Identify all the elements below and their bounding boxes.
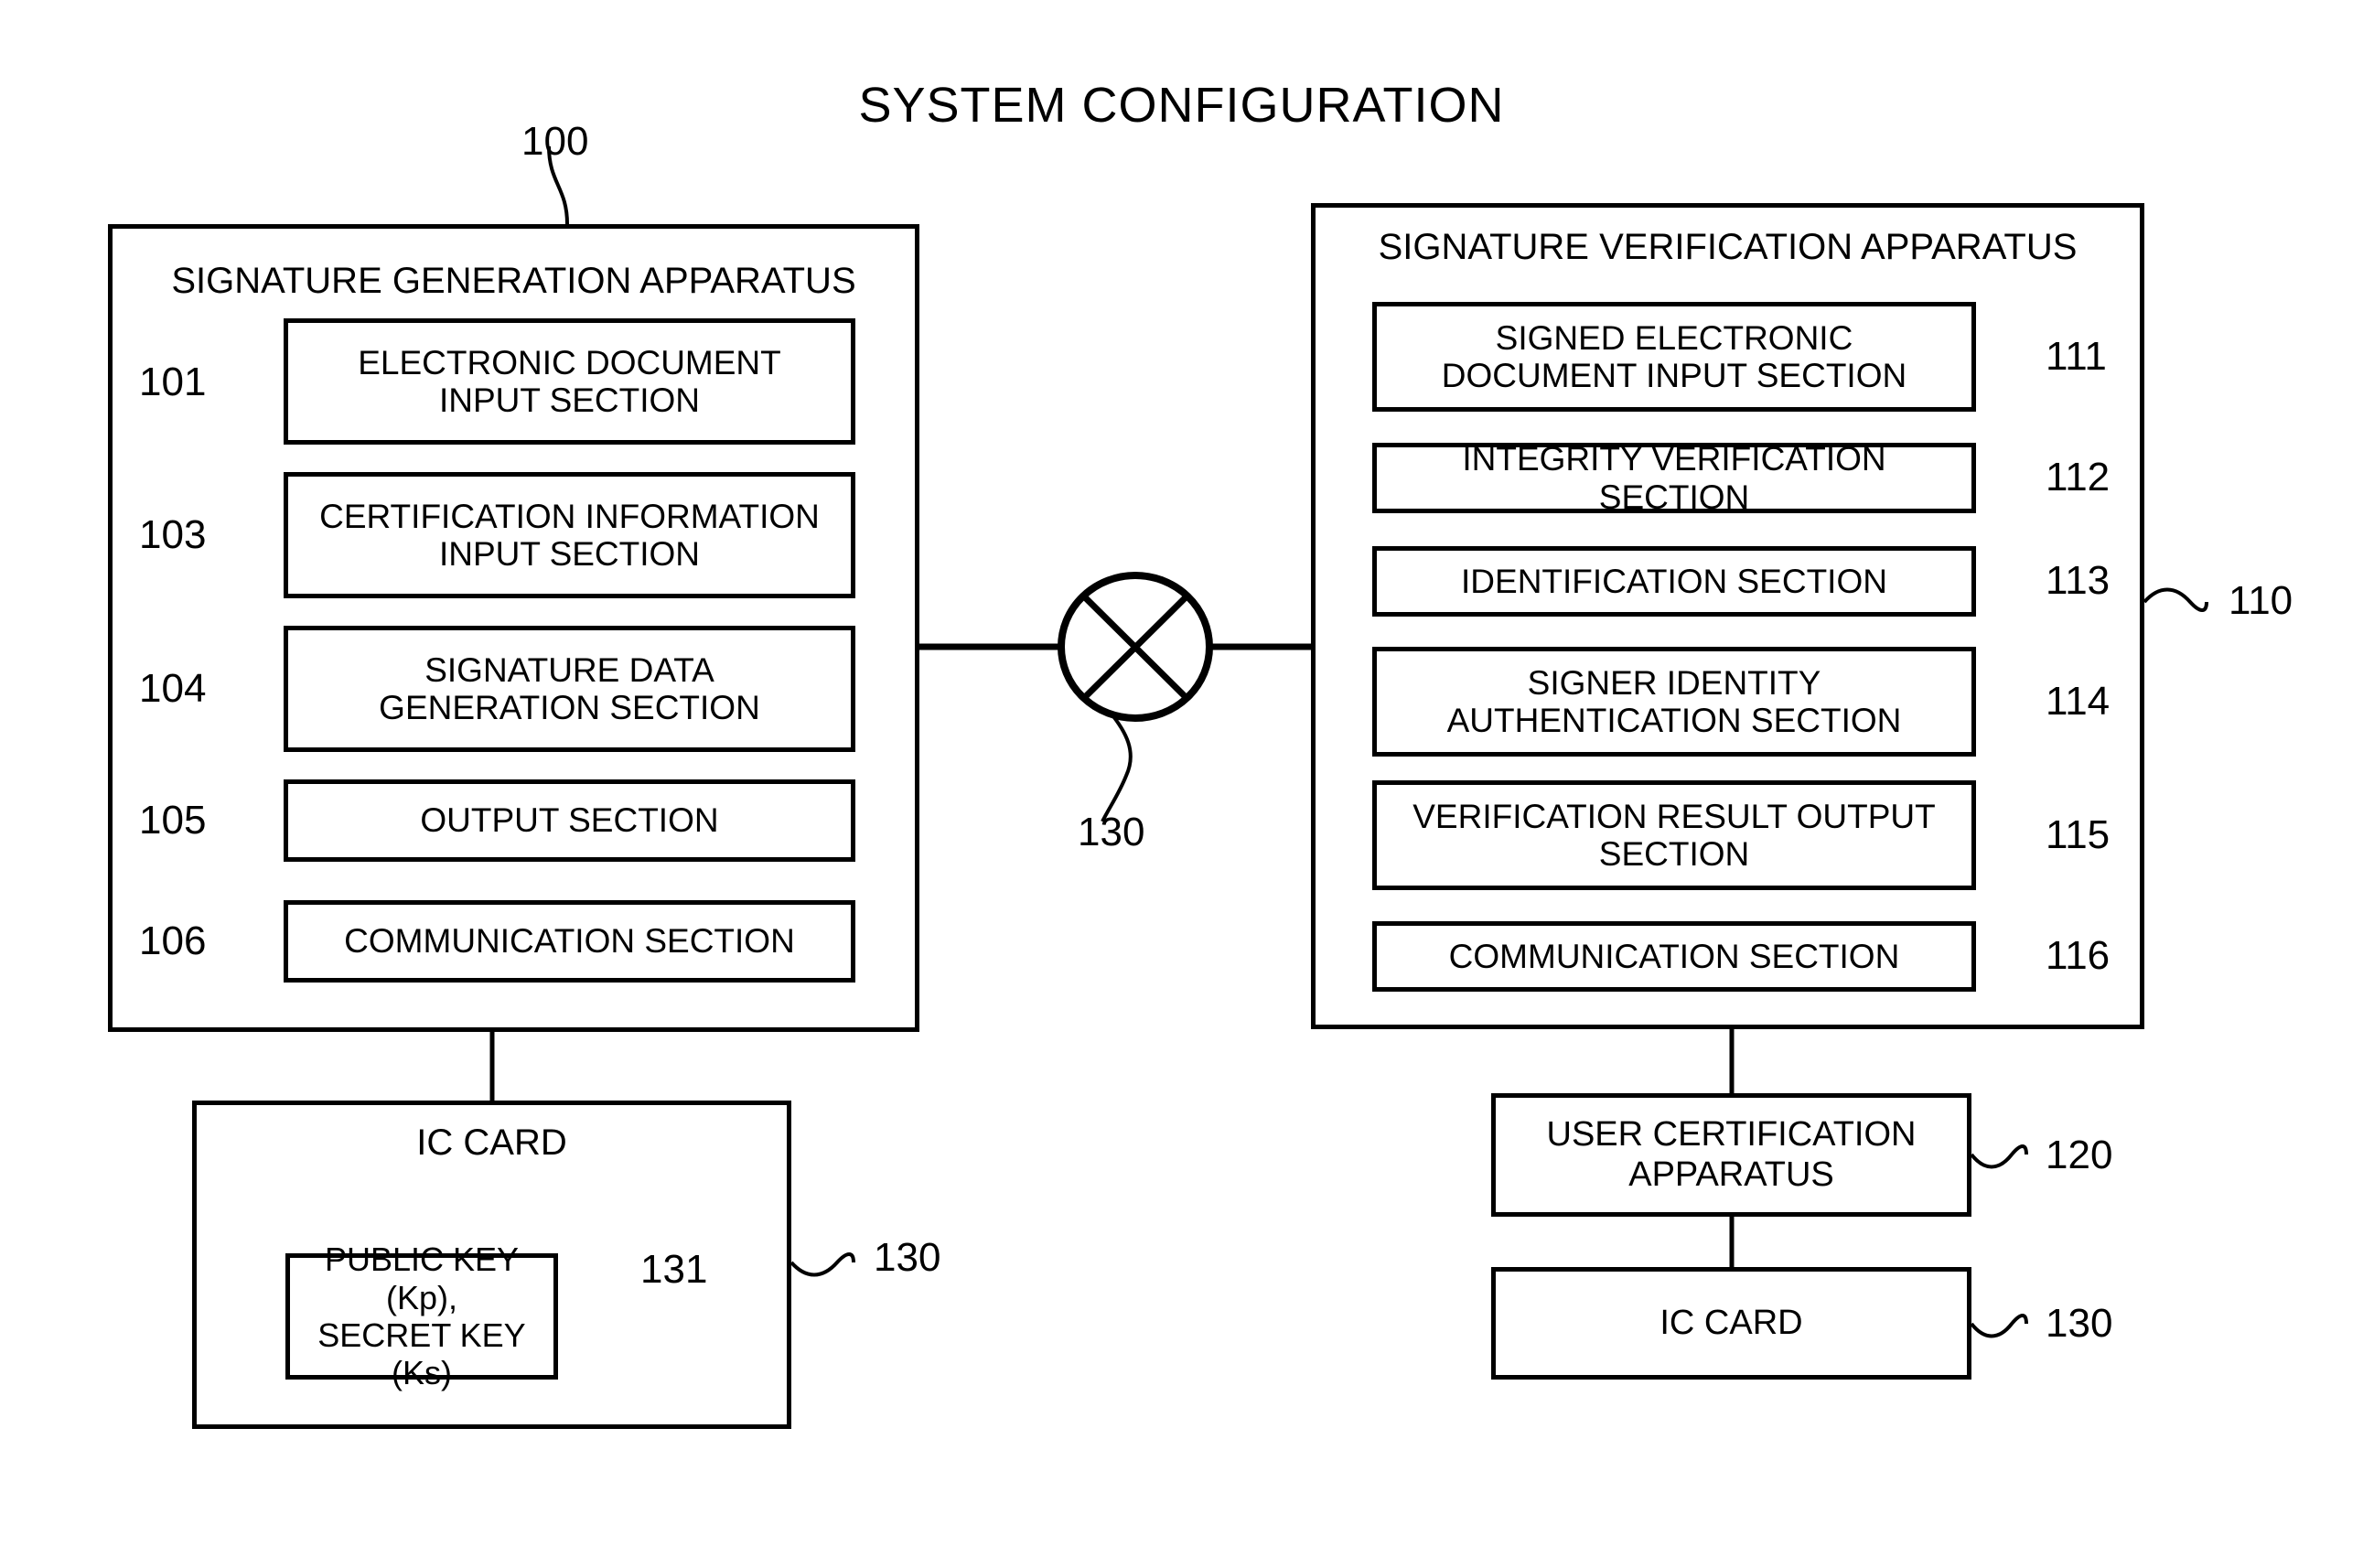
signature-data-generation-section-label: SIGNATURE DATA GENERATION SECTION xyxy=(379,650,760,726)
figure-title: SYSTEM CONFIGURATION xyxy=(858,78,1505,133)
identification-section-label: IDENTIFICATION SECTION xyxy=(1461,562,1887,600)
communication-section-generation-label: COMMUNICATION SECTION xyxy=(344,922,795,961)
identification-section[interactable]: IDENTIFICATION SECTION xyxy=(1372,546,1976,617)
integrity-verification-section-label: INTEGRITY VERIFICATION SECTION xyxy=(1462,440,1886,516)
certification-information-input-section[interactable]: CERTIFICATION INFORMATION INPUT SECTION xyxy=(284,472,855,598)
ref-113: 113 xyxy=(2046,558,2111,603)
key-store-label: PUBLIC KEY (Kp), SECRET KEY (Ks) xyxy=(317,1240,526,1392)
ic-card-left-heading: IC CARD xyxy=(416,1122,567,1163)
signature-verification-apparatus-heading: SIGNATURE VERIFICATION APPARATUS xyxy=(1378,227,2078,267)
ref-112: 112 xyxy=(2046,455,2111,499)
electronic-document-input-section-label: ELECTRONIC DOCUMENT INPUT SECTION xyxy=(358,343,781,419)
signer-identity-authentication-section[interactable]: SIGNER IDENTITY AUTHENTICATION SECTION xyxy=(1372,647,1976,757)
signed-electronic-document-input-section-label: SIGNED ELECTRONIC DOCUMENT INPUT SECTION xyxy=(1441,318,1907,394)
ref-114: 114 xyxy=(2046,679,2111,724)
user-certification-apparatus-label: USER CERTIFICATION APPARATUS xyxy=(1546,1114,1917,1194)
ref-131: 131 xyxy=(640,1247,708,1292)
verification-result-output-section[interactable]: VERIFICATION RESULT OUTPUT SECTION xyxy=(1372,780,1976,890)
verification-result-output-section-label: VERIFICATION RESULT OUTPUT SECTION xyxy=(1412,797,1936,873)
ref-100: 100 xyxy=(521,119,589,164)
signature-generation-apparatus-heading: SIGNATURE GENERATION APPARATUS xyxy=(171,261,856,301)
user-certification-apparatus[interactable]: USER CERTIFICATION APPARATUS xyxy=(1491,1093,1971,1217)
output-section-label: OUTPUT SECTION xyxy=(420,801,719,840)
ref-106: 106 xyxy=(139,918,207,963)
signed-electronic-document-input-section[interactable]: SIGNED ELECTRONIC DOCUMENT INPUT SECTION xyxy=(1372,302,1976,412)
ref-110: 110 xyxy=(2229,578,2293,623)
ref-105: 105 xyxy=(139,798,207,843)
signer-identity-authentication-section-label: SIGNER IDENTITY AUTHENTICATION SECTION xyxy=(1446,663,1902,739)
ref-116: 116 xyxy=(2046,933,2111,978)
ref-120: 120 xyxy=(2046,1133,2113,1177)
electronic-document-input-section[interactable]: ELECTRONIC DOCUMENT INPUT SECTION xyxy=(284,318,855,445)
ref-130-ic-card-right: 130 xyxy=(2046,1301,2113,1346)
communication-section-verification[interactable]: COMMUNICATION SECTION xyxy=(1372,921,1976,992)
ic-card-right[interactable]: IC CARD xyxy=(1491,1267,1971,1380)
ref-111: 111 xyxy=(2046,334,2107,379)
certification-information-input-section-label: CERTIFICATION INFORMATION INPUT SECTION xyxy=(319,497,820,573)
ref-101: 101 xyxy=(139,360,207,404)
output-section[interactable]: OUTPUT SECTION xyxy=(284,779,855,862)
ref-104: 104 xyxy=(139,666,207,711)
communication-section-generation[interactable]: COMMUNICATION SECTION xyxy=(284,900,855,983)
ref-130-ic-card-left: 130 xyxy=(874,1235,941,1280)
ref-115: 115 xyxy=(2046,812,2111,857)
ic-card-right-label: IC CARD xyxy=(1659,1303,1803,1342)
communication-section-verification-label: COMMUNICATION SECTION xyxy=(1448,937,1900,975)
patent-figure-canvas: SYSTEM CONFIGURATION 100 SIGNATURE GENER… xyxy=(0,0,2363,1568)
ref-103: 103 xyxy=(139,512,207,557)
key-store-box[interactable]: PUBLIC KEY (Kp), SECRET KEY (Ks) xyxy=(285,1240,558,1391)
integrity-verification-section[interactable]: INTEGRITY VERIFICATION SECTION xyxy=(1372,440,1976,516)
ref-130-network: 130 xyxy=(1078,810,1145,854)
signature-data-generation-section[interactable]: SIGNATURE DATA GENERATION SECTION xyxy=(284,626,855,752)
